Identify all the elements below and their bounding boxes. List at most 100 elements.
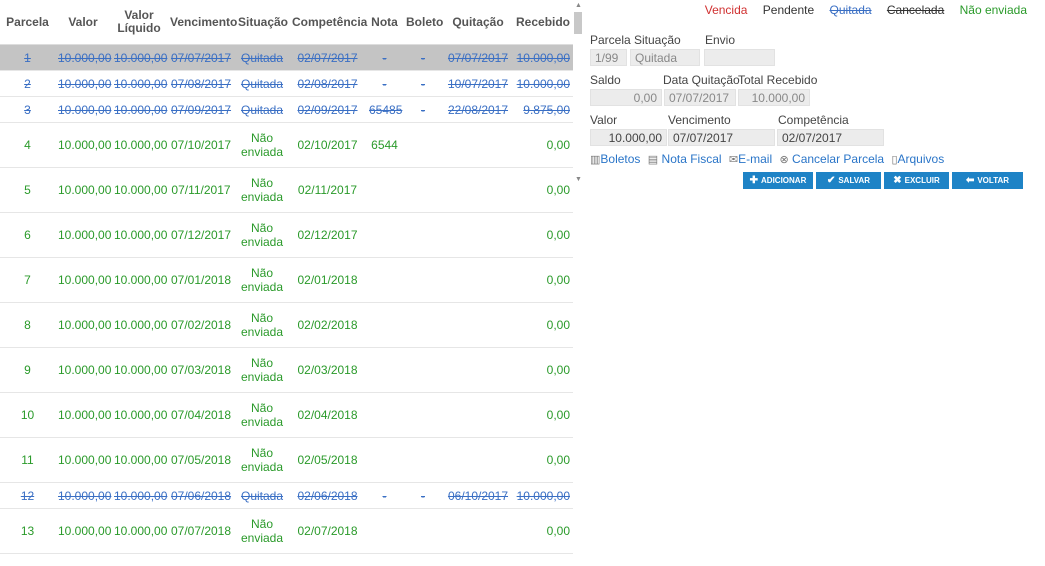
cell-valor-liquido: 10.000,00 — [114, 228, 168, 242]
cell-quitacao: 22/08/2017 — [447, 102, 509, 117]
saldo-label: Saldo — [590, 73, 621, 87]
cell-nota: 65485 — [369, 102, 403, 117]
cell-parcela: 4 — [24, 138, 31, 152]
table-row[interactable]: 5 10.000,00 10.000,00 07/11/2017 Não enviada… — [0, 168, 573, 213]
cell-competencia: 02/03/2018 — [297, 363, 358, 377]
grid-scrollbar[interactable]: ▲ ▼ — [573, 0, 585, 185]
envio-field[interactable] — [704, 49, 775, 66]
col-boleto[interactable]: Boleto — [403, 15, 443, 29]
cell-valor-liquido: 10.000,00 — [114, 488, 168, 503]
table-row[interactable]: 2 10.000,00 10.000,00 07/08/2017 Quitada 02/0… — [0, 71, 573, 97]
adicionar-button[interactable]: ✚ ADICIONAR — [743, 172, 813, 189]
email-link[interactable]: ✉E-mail — [729, 152, 772, 166]
parcela-field[interactable]: 1/99 — [590, 49, 627, 66]
cell-valor: 10.000,00 — [58, 228, 112, 242]
legend-nao-enviada: Não enviada — [959, 3, 1027, 17]
cell-vencimento: 07/03/2018 — [170, 363, 232, 377]
cell-recebido: 0,00 — [546, 453, 570, 467]
competencia-field[interactable]: 02/07/2017 — [777, 129, 884, 146]
cell-recebido: 10.000,00 — [516, 50, 570, 65]
cell-competencia: 02/09/2017 — [297, 102, 358, 117]
cell-situacao: Não enviada — [240, 517, 284, 545]
plus-icon: ✚ — [749, 175, 759, 186]
cell-competencia: 02/07/2017 — [297, 50, 358, 65]
salvar-button[interactable]: ✔ SALVAR — [816, 172, 881, 189]
col-situacao[interactable]: Situação — [235, 15, 289, 29]
situacao-label: Situação — [634, 33, 681, 47]
col-parcela[interactable]: Parcela — [0, 15, 55, 29]
cell-situacao: Não enviada — [240, 221, 284, 249]
voltar-button[interactable]: ⬅ VOLTAR — [952, 172, 1023, 189]
cell-recebido: 0,00 — [546, 363, 570, 377]
cell-vencimento: 07/11/2017 — [171, 183, 231, 197]
cell-parcela: 12 — [20, 488, 35, 503]
data-quitacao-label: Data Quitação — [663, 73, 740, 87]
table-row[interactable]: 7 10.000,00 10.000,00 07/01/2018 Não enviada… — [0, 258, 573, 303]
cell-boleto: - — [421, 50, 425, 65]
cell-parcela: 7 — [24, 273, 31, 287]
col-competencia[interactable]: Competência — [289, 15, 367, 29]
cell-vencimento: 07/07/2018 — [170, 524, 232, 538]
cell-nota: - — [382, 50, 387, 65]
saldo-field[interactable]: 0,00 — [590, 89, 662, 106]
col-quitacao[interactable]: Quitação — [443, 15, 513, 29]
excluir-button[interactable]: ✖ EXCLUIR — [884, 172, 949, 189]
cell-situacao: Quitada — [240, 76, 284, 91]
total-recebido-field[interactable]: 10.000,00 — [738, 89, 810, 106]
status-legend: Vencida Pendente Quitada Cancelada Não e… — [693, 3, 1027, 17]
valor-field[interactable]: 10.000,00 — [590, 129, 667, 146]
col-valor-liquido[interactable]: Valor Líquido — [111, 9, 167, 35]
table-row[interactable]: 13 10.000,00 10.000,00 07/07/2018 Não enviad… — [0, 509, 573, 554]
col-vencimento[interactable]: Vencimento — [167, 15, 237, 29]
cell-recebido: 9.875,00 — [523, 102, 570, 117]
legend-cancelada: Cancelada — [886, 3, 945, 17]
cell-valor-liquido: 10.000,00 — [114, 102, 168, 117]
table-row[interactable]: 3 10.000,00 10.000,00 07/09/2017 Quitada 02/0… — [0, 97, 573, 123]
vencimento-field[interactable]: 07/07/2017 — [668, 129, 775, 146]
table-row[interactable]: 6 10.000,00 10.000,00 07/12/2017 Não enviada… — [0, 213, 573, 258]
cell-valor-liquido: 10.000,00 — [114, 524, 168, 538]
scroll-down-icon[interactable]: ▼ — [575, 176, 582, 183]
cell-parcela: 11 — [21, 453, 34, 467]
data-quitacao-field[interactable]: 07/07/2017 — [664, 89, 736, 106]
boletos-link[interactable]: ▥Boletos — [590, 152, 640, 166]
cell-valor-liquido: 10.000,00 — [114, 453, 168, 467]
cell-valor-liquido: 10.000,00 — [114, 318, 168, 332]
legend-pendente: Pendente — [762, 3, 815, 17]
cell-competencia: 02/08/2017 — [297, 76, 358, 91]
cell-situacao: Não enviada — [240, 266, 284, 294]
scroll-thumb[interactable] — [574, 12, 582, 34]
col-recebido[interactable]: Recebido — [513, 15, 573, 29]
table-row[interactable]: 12 10.000,00 10.000,00 07/06/2018 Quitada 02/… — [0, 483, 573, 509]
table-row[interactable]: 9 10.000,00 10.000,00 07/03/2018 Não enviada… — [0, 348, 573, 393]
nota-fiscal-link[interactable]: ▤ Nota Fiscal — [648, 152, 722, 166]
situacao-field[interactable]: Quitada — [630, 49, 700, 66]
cell-competencia: 02/04/2018 — [297, 408, 358, 422]
cell-competencia: 02/07/2018 — [297, 524, 358, 538]
cell-situacao: Não enviada — [240, 311, 284, 339]
col-nota[interactable]: Nota — [366, 15, 403, 29]
col-valor[interactable]: Valor — [55, 15, 111, 29]
cell-situacao: Quitada — [240, 50, 284, 65]
scroll-up-icon[interactable]: ▲ — [575, 2, 582, 9]
table-row[interactable]: 1 10.000,00 10.000,00 07/07/2017 Quitada 02/0… — [0, 45, 573, 71]
table-row[interactable]: 10 10.000,00 10.000,00 07/04/2018 Não enviad… — [0, 393, 573, 438]
cell-valor: 10.000,00 — [58, 524, 112, 538]
grid-header: Parcela Valor Valor Líquido Vencimento S… — [0, 0, 573, 45]
cell-competencia: 02/12/2017 — [297, 228, 358, 242]
table-row[interactable]: 8 10.000,00 10.000,00 07/02/2018 Não enviada… — [0, 303, 573, 348]
cell-competencia: 02/06/2018 — [297, 488, 358, 503]
cell-competencia: 02/11/2017 — [297, 183, 358, 197]
arquivos-link[interactable]: ▯Arquivos — [891, 152, 944, 166]
table-row[interactable]: 11 10.000,00 10.000,00 07/05/2018 Não enviad… — [0, 438, 573, 483]
cell-recebido: 0,00 — [546, 228, 570, 242]
cell-valor-liquido: 10.000,00 — [114, 408, 168, 422]
cancelar-parcela-link[interactable]: ⊗ Cancelar Parcela — [779, 152, 884, 166]
cell-competencia: 02/01/2018 — [297, 273, 358, 287]
action-links: ▥Boletos ▤ Nota Fiscal ✉E-mail ⊗ Cancela… — [590, 152, 948, 166]
cell-nota: - — [382, 76, 387, 91]
table-row[interactable]: 4 10.000,00 10.000,00 07/10/2017 Não enviada… — [0, 123, 573, 168]
cell-competencia: 02/05/2018 — [297, 453, 358, 467]
cell-nota: 6544 — [371, 138, 398, 152]
cell-valor-liquido: 10.000,00 — [114, 273, 168, 287]
